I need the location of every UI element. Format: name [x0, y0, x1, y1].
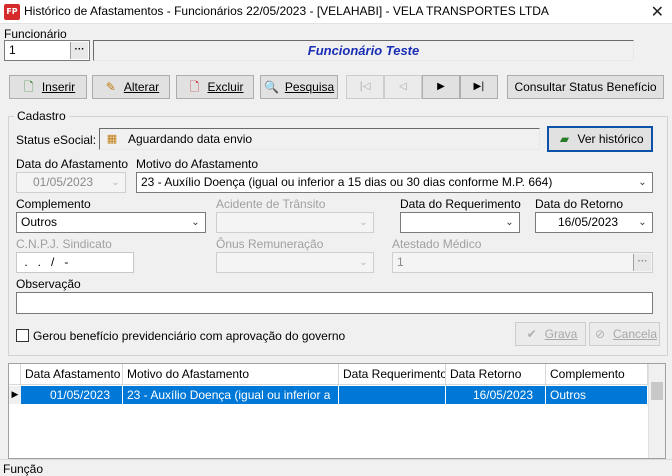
chevron-down-icon[interactable]: ⌄ — [355, 214, 372, 231]
delete-button[interactable]: 🗋 Excluir — [176, 75, 254, 99]
data-requerimento-label: Data do Requerimento — [400, 197, 521, 211]
consult-benefit-status-button[interactable]: Consultar Status Benefício — [507, 75, 664, 99]
col-header-data-requerimento[interactable]: Data Requerimento — [339, 364, 446, 385]
observacao-label: Observação — [16, 277, 81, 291]
status-esocial-display: ▦ Aguardando data envio — [99, 128, 540, 150]
title-bar[interactable]: FP Histórico de Afastamentos - Funcionár… — [0, 0, 672, 24]
first-record-icon: |◁ — [359, 81, 371, 92]
cell-data-afastamento[interactable]: 01/05/2023 — [21, 386, 123, 404]
benefit-checkbox-label: Gerou benefício previdenciário com aprov… — [33, 329, 346, 343]
last-record-icon: ▶| — [473, 81, 485, 92]
view-history-button[interactable]: ▰ Ver histórico — [547, 126, 653, 152]
col-header-complemento[interactable]: Complemento — [546, 364, 648, 385]
check-circle-icon: ✔ — [526, 327, 537, 341]
chevron-down-icon[interactable]: ⌄ — [634, 214, 651, 231]
data-afastamento-label: Data do Afastamento — [16, 157, 129, 171]
data-retorno-label: Data do Retorno — [535, 197, 624, 211]
delete-icon: 🗋 — [189, 80, 200, 94]
edit-icon: ✎ — [105, 80, 116, 94]
first-record-button[interactable]: |◁ — [346, 75, 384, 99]
history-grid[interactable]: Data Afastamento Motivo do Afastamento D… — [8, 363, 666, 459]
data-requerimento-field[interactable]: ⌄ — [400, 212, 520, 233]
employee-code-value: 1 — [9, 43, 16, 57]
employee-name-display: Funcionário Teste — [93, 40, 634, 61]
benefit-checkbox[interactable] — [16, 329, 29, 342]
acidente-label: Acidente de Trânsito — [216, 197, 326, 211]
chevron-down-icon[interactable]: ⌄ — [634, 174, 651, 191]
status-bar: Função — [0, 459, 672, 476]
atestado-label: Atestado Médico — [392, 237, 482, 251]
col-header-data-afastamento[interactable]: Data Afastamento — [21, 364, 123, 385]
atestado-lookup-button[interactable]: ··· — [633, 254, 651, 271]
chevron-down-icon[interactable]: ⌄ — [107, 174, 124, 191]
edit-button[interactable]: ✎ Alterar — [92, 75, 170, 99]
insert-icon: 🗋 — [24, 80, 34, 94]
chevron-down-icon[interactable]: ⌄ — [501, 214, 518, 231]
onus-select[interactable]: ⌄ — [216, 252, 374, 273]
window-title: Histórico de Afastamentos - Funcionários… — [24, 4, 549, 18]
status-esocial-label: Status eSocial: — [16, 133, 97, 147]
chevron-down-icon[interactable]: ⌄ — [355, 254, 372, 271]
app-icon: FP — [4, 4, 20, 20]
cnpj-label: C.N.P.J. Sindicato — [16, 237, 112, 251]
cell-complemento[interactable]: Outros — [546, 386, 648, 404]
grid-indicator-header — [9, 364, 21, 385]
close-icon[interactable]: ✕ — [651, 2, 664, 21]
employee-lookup-button[interactable]: ··· — [70, 42, 88, 59]
search-icon: 🔍 — [264, 80, 280, 94]
previous-record-icon: ◁ — [399, 81, 407, 92]
onus-label: Ônus Remuneração — [216, 237, 324, 251]
cancel-button[interactable]: ⊘ Cancela — [589, 322, 660, 346]
history-icon: ▰ — [559, 132, 570, 146]
cnpj-field[interactable]: . . / - — [16, 252, 134, 273]
employee-code-field[interactable]: 1 ··· — [4, 40, 90, 61]
cancel-icon: ⊘ — [594, 327, 606, 341]
save-button[interactable]: ✔ Grava — [515, 322, 586, 346]
employee-label: Funcionário — [4, 27, 67, 41]
cell-motivo[interactable]: 23 - Auxílio Doença (igual ou inferior a — [123, 386, 339, 404]
observacao-field[interactable] — [16, 292, 653, 314]
previous-record-button[interactable]: ◁ — [384, 75, 422, 99]
data-afastamento-field[interactable]: 01/05/2023 ⌄ — [16, 172, 126, 193]
col-header-data-retorno[interactable]: Data Retorno — [446, 364, 546, 385]
status-bar-text: Função — [3, 462, 44, 476]
next-record-button[interactable]: ▶ — [422, 75, 460, 99]
search-button[interactable]: 🔍 Pesquisa — [260, 75, 338, 99]
motivo-select[interactable]: 23 - Auxílio Doença (igual ou inferior a… — [136, 172, 653, 193]
scrollbar-thumb[interactable] — [651, 382, 663, 400]
motivo-label: Motivo do Afastamento — [136, 157, 259, 171]
complemento-select[interactable]: Outros ⌄ — [16, 212, 206, 233]
acidente-select[interactable]: ⌄ — [216, 212, 374, 233]
cell-data-retorno[interactable]: 16/05/2023 — [446, 386, 546, 404]
cell-data-requerimento[interactable] — [339, 386, 446, 404]
chevron-down-icon[interactable]: ⌄ — [187, 214, 204, 231]
next-record-icon: ▶ — [437, 81, 445, 92]
cadastro-caption: Cadastro — [14, 109, 69, 123]
grid-scrollbar[interactable] — [648, 364, 665, 458]
col-header-motivo[interactable]: Motivo do Afastamento — [123, 364, 339, 385]
data-retorno-field[interactable]: 16/05/2023 ⌄ — [535, 212, 653, 233]
cadastro-group — [8, 116, 668, 356]
atestado-field[interactable]: 1 ··· — [392, 252, 653, 273]
complemento-label: Complemento — [16, 197, 91, 211]
row-indicator-icon: ▶ — [9, 386, 21, 404]
last-record-button[interactable]: ▶| — [460, 75, 498, 99]
insert-button[interactable]: 🗋 Inserir — [9, 75, 87, 99]
calendar-icon: ▦ — [106, 132, 118, 145]
